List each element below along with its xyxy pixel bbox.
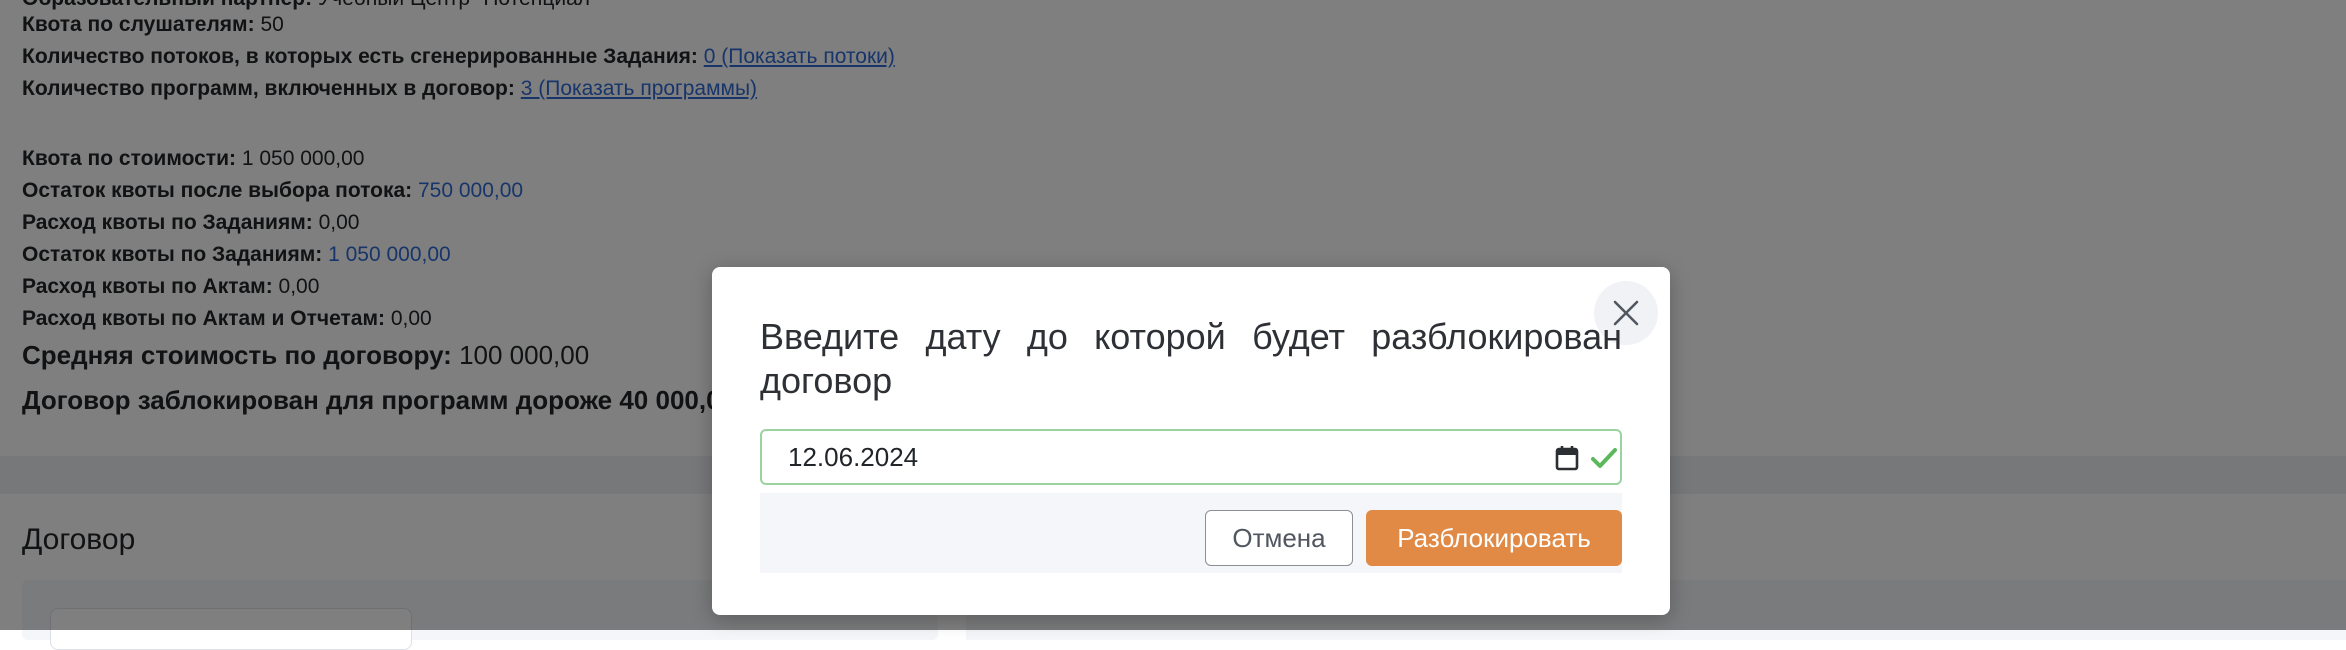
calendar-icon[interactable] [1554,444,1580,477]
unlock-button[interactable]: Разблокировать [1366,510,1622,566]
unlock-date-input[interactable]: 12.06.2024 [760,429,1622,485]
check-icon [1590,445,1618,476]
modal-title: Введите дату до которой будет разблокиро… [760,316,1622,401]
date-value: 12.06.2024 [788,442,919,472]
cancel-button[interactable]: Отмена [1205,510,1353,566]
